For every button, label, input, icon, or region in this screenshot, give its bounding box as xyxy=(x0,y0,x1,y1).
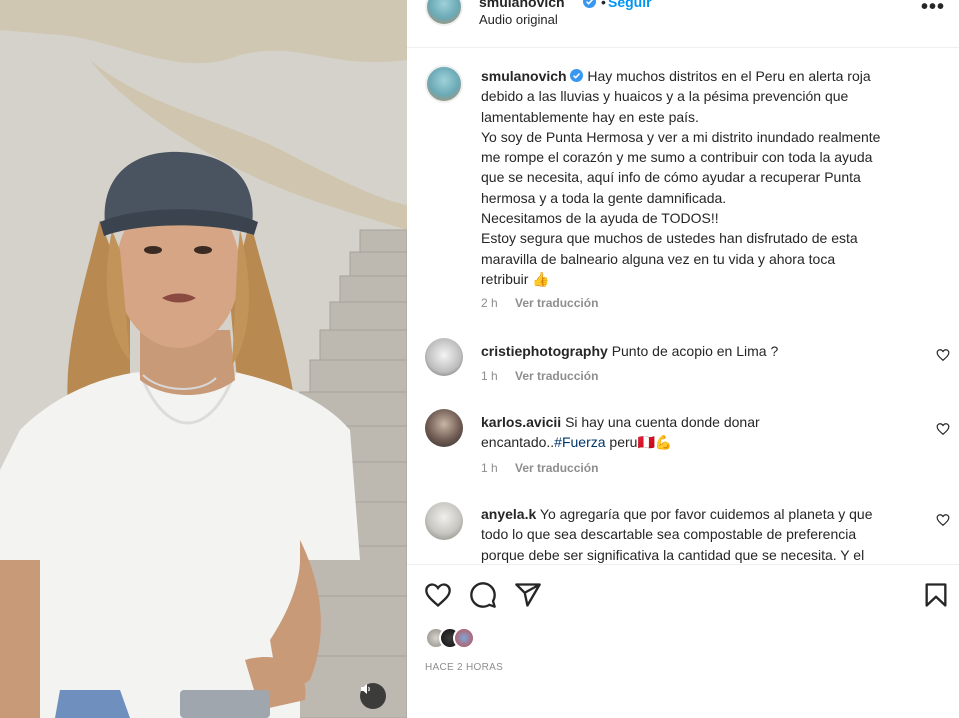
comment-body: Yo agregaría que por favor cuidemos al p… xyxy=(539,506,873,522)
caption-line: Yo soy de Punta Hermosa y ver a mi distr… xyxy=(481,128,881,145)
post-details-panel: smulanovich • Seguir Audio original ••• … xyxy=(407,0,959,718)
comment-body: Punto de acopio en Lima ? xyxy=(611,343,779,359)
commenter-avatar[interactable] xyxy=(425,338,463,376)
audio-label[interactable]: Audio original xyxy=(479,12,558,27)
more-options-icon[interactable]: ••• xyxy=(921,0,945,19)
like-comment-heart-icon[interactable] xyxy=(936,513,950,527)
comment-body: Si hay una cuenta donde donar xyxy=(565,414,760,430)
post-actions: HACE 2 HORAS xyxy=(407,564,959,718)
comment-text: karlos.avicii Si hay una cuenta donde do… xyxy=(481,412,921,453)
caption-line: hermosa y a toda la gente damnificada. xyxy=(481,189,727,206)
speaker-icon xyxy=(361,684,370,694)
like-comment-heart-icon[interactable] xyxy=(936,348,950,362)
see-translation-button[interactable]: Ver traducción xyxy=(515,296,598,310)
comment-icon[interactable] xyxy=(469,581,497,609)
video-frame xyxy=(0,0,407,718)
share-icon[interactable] xyxy=(514,581,542,609)
see-translation-button[interactable]: Ver traducción xyxy=(515,369,598,383)
post-video[interactable] xyxy=(0,0,407,718)
comment-meta: 1 h Ver traducción xyxy=(481,369,598,383)
comment-text: anyela.k Yo agregaría que por favor cuid… xyxy=(481,504,921,563)
heart-icon[interactable] xyxy=(424,581,452,609)
caption-line: debido a las lluvias y huaicos y a la pé… xyxy=(481,88,849,105)
caption-time: 2 h xyxy=(481,296,498,310)
author-avatar[interactable] xyxy=(425,0,463,26)
caption-username[interactable]: smulanovich xyxy=(481,68,567,84)
separator-dot: • xyxy=(601,0,606,10)
comment-body: todo lo que sea descartable sea composta… xyxy=(481,526,857,543)
caption-author-avatar[interactable] xyxy=(425,65,463,103)
comment-username[interactable]: karlos.avicii xyxy=(481,414,561,430)
hashtag-link[interactable]: #Fuerza xyxy=(554,434,605,450)
comments-list[interactable]: smulanovich Hay muchos distritos en el P… xyxy=(407,49,959,563)
follow-button[interactable]: Seguir xyxy=(608,0,652,10)
comment-time: 1 h xyxy=(481,461,498,475)
liker-avatar xyxy=(453,627,475,649)
audio-toggle-button[interactable] xyxy=(360,683,386,709)
comment-body: peru🇵🇪💪 xyxy=(605,434,673,451)
caption-line: Estoy segura que muchos de ustedes han d… xyxy=(481,230,858,247)
verified-badge-icon xyxy=(583,0,596,8)
post-header: smulanovich • Seguir Audio original ••• xyxy=(407,0,959,48)
commenter-avatar[interactable] xyxy=(425,409,463,447)
verified-badge-icon xyxy=(570,69,584,82)
caption-line: que se necesita, aquí info de cómo ayuda… xyxy=(481,169,861,186)
comment-meta: 1 h Ver traducción xyxy=(481,461,598,475)
commenter-avatar[interactable] xyxy=(425,502,463,540)
caption-meta: 2 h Ver traducción xyxy=(481,296,598,310)
comment-time: 1 h xyxy=(481,369,498,383)
caption-line: maravilla de balneario alguna vez en tu … xyxy=(481,250,836,267)
caption-line: Necesitamos de la ayuda de TODOS!! xyxy=(481,210,719,227)
author-username[interactable]: smulanovich xyxy=(479,0,565,10)
like-comment-heart-icon[interactable] xyxy=(936,422,950,436)
caption-line: lamentablemente hay en este país. xyxy=(481,108,699,125)
caption-line: Hay muchos distritos en el Peru en alert… xyxy=(587,68,871,84)
bookmark-icon[interactable] xyxy=(922,581,950,609)
thumbs-up-emoji: 👍 xyxy=(532,270,550,287)
caption-line: me rompe el corazón y me sumo a contribu… xyxy=(481,149,873,166)
comment-username[interactable]: anyela.k xyxy=(481,506,536,522)
comment-body: encantado.. xyxy=(481,434,555,451)
comment-text: cristiephotography Punto de acopio en Li… xyxy=(481,341,921,361)
post-timestamp[interactable]: HACE 2 HORAS xyxy=(425,662,503,673)
caption-text: smulanovich Hay muchos distritos en el P… xyxy=(481,66,921,289)
caption-line: retribuir xyxy=(481,270,529,287)
comment-username[interactable]: cristiephotography xyxy=(481,343,608,359)
comment-body: porque debe ser significativa la cantida… xyxy=(481,546,865,563)
see-translation-button[interactable]: Ver traducción xyxy=(515,461,598,475)
liked-by-avatars[interactable] xyxy=(425,627,505,651)
